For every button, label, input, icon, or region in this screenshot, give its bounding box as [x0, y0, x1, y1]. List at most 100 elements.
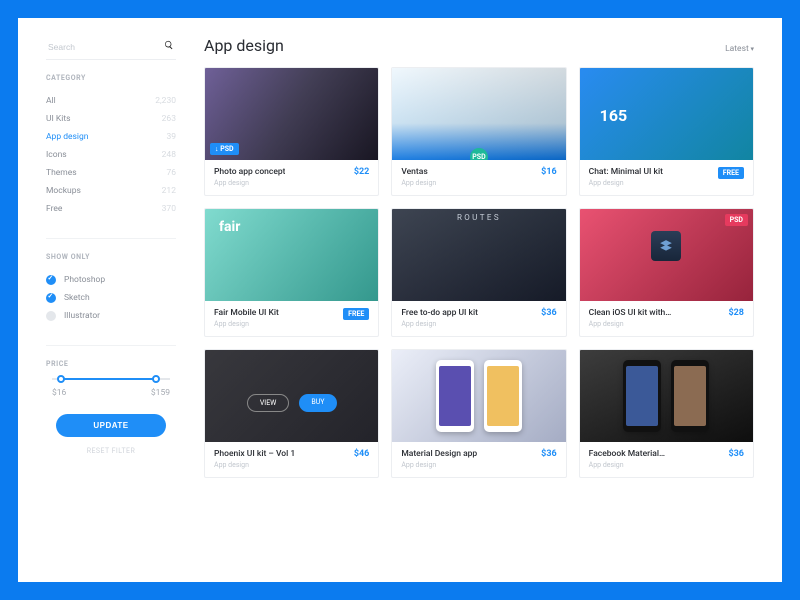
product-category: App design [589, 461, 665, 469]
page-title: App design [204, 36, 284, 55]
product-card[interactable]: ↓ PSD Photo app concept App design $22 [204, 67, 379, 196]
product-thumb: 165 [580, 68, 753, 160]
product-name: Free to-do app UI kit [401, 308, 478, 318]
product-name: Clean iOS UI kit with… [589, 308, 672, 318]
product-price: $16 [541, 167, 557, 177]
phone-mock [623, 360, 661, 432]
checkbox-icon[interactable] [46, 311, 56, 321]
slider-handle-min[interactable] [57, 375, 65, 383]
search-icon [164, 40, 174, 53]
filter-item[interactable]: Illustrator [46, 307, 176, 325]
product-card[interactable]: ROUTES Free to-do app UI kit App design … [391, 208, 566, 337]
product-thumb: PSD [392, 68, 565, 160]
product-card[interactable]: VIEW BUY Phoenix UI kit – Vol 1 App desi… [204, 349, 379, 478]
free-tag: FREE [718, 167, 744, 179]
filter-label: Photoshop [64, 275, 105, 285]
product-card[interactable]: PSD Clean iOS UI kit with… App design $2… [579, 208, 754, 337]
product-name: Facebook Material… [589, 449, 665, 459]
product-card[interactable]: Material Design app App design $36 [391, 349, 566, 478]
product-thumb: PSD [580, 209, 753, 301]
filter-item[interactable]: Photoshop [46, 271, 176, 289]
category-label: UI Kits [46, 114, 71, 124]
price-slider[interactable] [52, 378, 170, 380]
free-tag: FREE [343, 308, 369, 320]
product-thumb: ROUTES [392, 209, 565, 301]
sort-dropdown[interactable]: Latest [725, 44, 754, 54]
product-price: $28 [728, 308, 744, 318]
search-input[interactable] [48, 42, 164, 52]
category-item[interactable]: App design 39 [46, 128, 176, 146]
price-values: $16 $159 [46, 388, 176, 398]
category-list: All2,230UI Kits263App design39Icons248Th… [46, 92, 176, 218]
product-thumb: ↓ PSD [205, 68, 378, 160]
filter-item[interactable]: Sketch [46, 289, 176, 307]
page-root: CATEGORY All2,230 UI Kits 263 App design 39 I… [18, 18, 782, 582]
category-label: Icons [46, 150, 67, 160]
filter-label: Illustrator [64, 311, 100, 321]
phone-mock [484, 360, 522, 432]
product-category: App design [401, 461, 477, 469]
product-price: $36 [541, 449, 557, 459]
product-card[interactable]: Facebook Material… App design $36 [579, 349, 754, 478]
product-price: $46 [354, 449, 370, 459]
product-thumb: fair [205, 209, 378, 301]
search-box[interactable] [46, 36, 176, 60]
routes-label: ROUTES [392, 213, 565, 222]
product-price: $36 [541, 308, 557, 318]
product-category: App design [214, 461, 295, 469]
product-thumb [580, 350, 753, 442]
divider [46, 345, 176, 346]
product-thumb [392, 350, 565, 442]
price-section: $16 $159 [46, 378, 176, 398]
category-count: 263 [162, 114, 176, 124]
category-item[interactable]: All2,230 [46, 92, 176, 110]
category-count: 39 [166, 132, 176, 142]
product-card[interactable]: 165 Chat: Minimal UI kit App design FREE [579, 67, 754, 196]
product-category: App design [214, 179, 285, 187]
category-count: 370 [162, 204, 176, 214]
price-heading: PRICE [46, 360, 176, 368]
category-label: App design [46, 132, 88, 142]
product-name: Chat: Minimal UI kit [589, 167, 663, 177]
category-count: 76 [166, 168, 176, 178]
buy-pill[interactable]: BUY [299, 394, 336, 412]
category-label: Themes [46, 168, 77, 178]
product-name: Fair Mobile UI Kit [214, 308, 279, 318]
slider-range [61, 378, 155, 380]
product-name: Ventas [401, 167, 436, 177]
phone-mock [436, 360, 474, 432]
category-label: Free [46, 204, 62, 214]
checkbox-icon[interactable] [46, 275, 56, 285]
fair-logo: fair [219, 219, 240, 235]
pill-row: VIEW BUY [205, 394, 378, 412]
price-min: $16 [52, 388, 66, 398]
product-category: App design [589, 320, 672, 328]
product-card[interactable]: fair Fair Mobile UI Kit App design FREE [204, 208, 379, 337]
view-pill[interactable]: VIEW [247, 394, 290, 412]
category-item[interactable]: Mockups212 [46, 182, 176, 200]
category-item[interactable]: Icons248 [46, 146, 176, 164]
chat-number: 165 [600, 106, 628, 125]
divider [46, 238, 176, 239]
category-count: 2,230 [155, 96, 176, 106]
reset-filter-link[interactable]: RESET FILTER [46, 447, 176, 455]
checkbox-icon[interactable] [46, 293, 56, 303]
product-category: App design [589, 179, 663, 187]
product-price: $22 [354, 167, 370, 177]
product-category: App design [214, 320, 279, 328]
category-item[interactable]: UI Kits 263 [46, 110, 176, 128]
product-grid: ↓ PSD Photo app concept App design $22 P… [204, 67, 754, 478]
main-header: App design Latest [204, 36, 754, 55]
product-card[interactable]: PSD Ventas App design $16 [391, 67, 566, 196]
category-heading: CATEGORY [46, 74, 176, 82]
product-name: Phoenix UI kit – Vol 1 [214, 449, 295, 459]
psd-round-badge: PSD [470, 148, 488, 160]
filter-label: Sketch [64, 293, 90, 303]
update-button[interactable]: UPDATE [56, 414, 166, 437]
main-content: App design Latest ↓ PSD Photo app concep… [176, 36, 754, 582]
category-item[interactable]: Themes 76 [46, 164, 176, 182]
category-label: Mockups [46, 186, 81, 196]
slider-handle-max[interactable] [152, 375, 160, 383]
product-name: Material Design app [401, 449, 477, 459]
category-item[interactable]: Free 370 [46, 200, 176, 218]
